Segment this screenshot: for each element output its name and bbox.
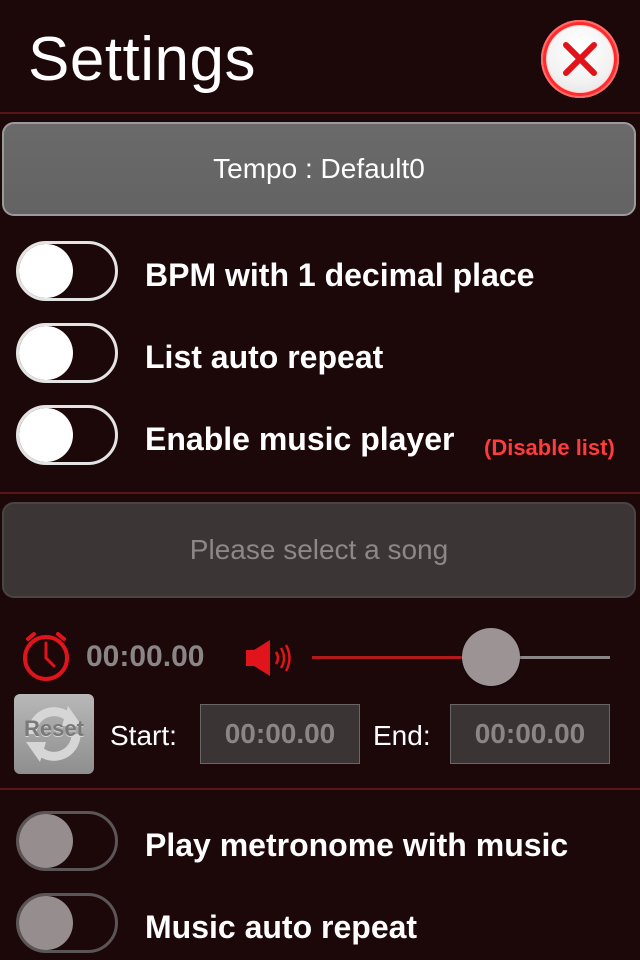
tempo-label: Tempo : Default0: [213, 153, 425, 184]
speaker-icon: [244, 638, 294, 678]
clock-icon: [20, 630, 72, 682]
toggle-enable-music-player[interactable]: [16, 405, 118, 465]
toggle-label-bpm-decimal: BPM with 1 decimal place: [145, 257, 535, 293]
toggle-list-auto-repeat[interactable]: [16, 323, 118, 383]
reset-button[interactable]: Reset: [14, 694, 94, 774]
section-divider: [0, 492, 640, 494]
toggle-knob: [19, 408, 73, 462]
start-time-field[interactable]: 00:00.00: [200, 704, 360, 764]
toggle-bpm-decimal[interactable]: [16, 241, 118, 301]
volume-slider-thumb[interactable]: [462, 628, 520, 686]
toggle-label-enable-music-player: Enable music player: [145, 421, 455, 457]
song-placeholder: Please select a song: [189, 534, 449, 565]
close-icon: [563, 42, 597, 76]
end-label: End:: [373, 720, 431, 751]
end-time-field[interactable]: 00:00.00: [450, 704, 610, 764]
toggle-knob: [19, 326, 73, 380]
toggle-knob: [19, 244, 73, 298]
toggle-knob: [19, 814, 73, 868]
disable-list-note: (Disable list): [484, 435, 615, 460]
start-time-value: 00:00.00: [224, 718, 336, 749]
section-divider: [0, 788, 640, 790]
page-title: Settings: [28, 25, 257, 94]
start-label: Start:: [110, 720, 177, 751]
toggle-knob: [19, 896, 73, 950]
toggle-play-metronome-with-music[interactable]: [16, 811, 118, 871]
current-time: 00:00.00: [86, 640, 205, 673]
header-divider: [0, 112, 640, 114]
select-song-button[interactable]: Please select a song: [2, 502, 636, 598]
reset-label: Reset: [24, 716, 84, 741]
close-button[interactable]: [541, 20, 619, 98]
end-time-value: 00:00.00: [474, 718, 586, 749]
toggle-label-music-auto-repeat: Music auto repeat: [145, 909, 418, 945]
toggle-music-auto-repeat[interactable]: [16, 893, 118, 953]
toggle-label-play-metronome-with-music: Play metronome with music: [145, 827, 569, 863]
toggle-label-list-auto-repeat: List auto repeat: [145, 339, 384, 375]
tempo-button[interactable]: Tempo : Default0: [2, 122, 636, 216]
